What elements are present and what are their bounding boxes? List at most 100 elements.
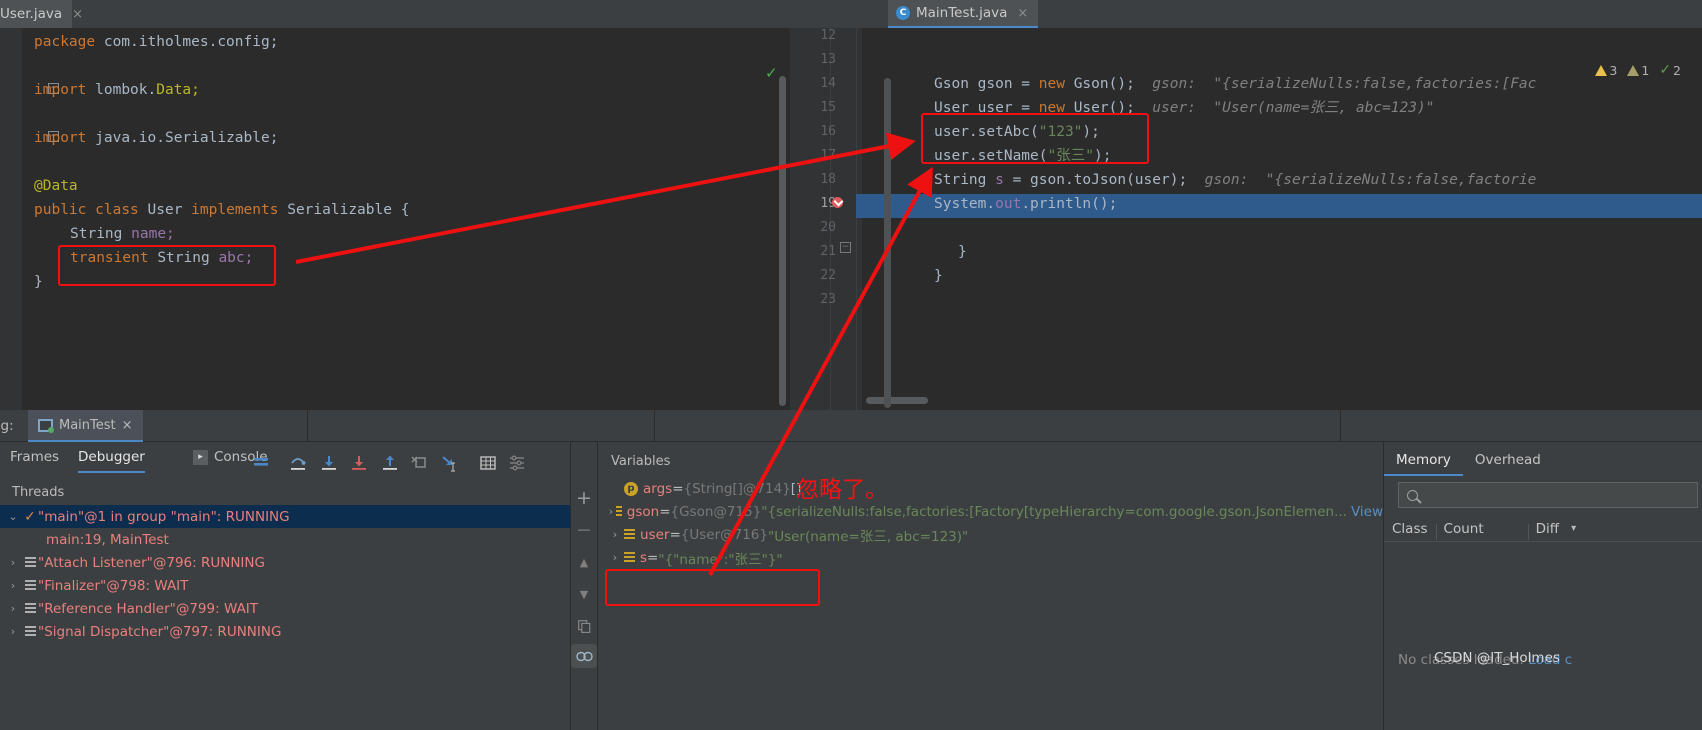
variable-row-args[interactable]: p args = {String[]@714} [] <box>598 477 1383 500</box>
thread-row-main[interactable]: ⌄ ✓ "main"@1 in group "main": RUNNING <box>0 505 570 528</box>
copy-icon[interactable] <box>571 614 597 638</box>
warning-triangle-icon <box>1595 64 1608 76</box>
thread-stack-icon <box>22 625 38 638</box>
chevron-right-icon[interactable]: › <box>606 505 616 518</box>
chevron-right-icon[interactable]: › <box>4 579 22 592</box>
column-header-class[interactable]: Class <box>1384 521 1436 537</box>
call-setname: user.setName( <box>934 148 1048 164</box>
editor-right-horizontal-scrollbar[interactable] <box>866 397 928 404</box>
object-icon <box>624 551 635 564</box>
weak-warning-indicator[interactable]: 1 <box>1627 63 1649 78</box>
variables-pane: Variables p args = {String[]@714} [] › g… <box>598 442 1383 730</box>
type-string-1: String <box>70 226 123 242</box>
close-brace-method: } <box>958 244 967 260</box>
annotation-data: @Data <box>34 178 78 194</box>
view-link[interactable]: View <box>1351 504 1383 520</box>
chevron-right-icon[interactable]: › <box>4 556 22 569</box>
editor-left-vertical-scrollbar[interactable] <box>779 76 786 406</box>
editor-pane-maintest-java[interactable]: 12 13 14 15 16 17 18 19 20 21 22 23 − Gs… <box>790 28 1702 410</box>
memory-search-input[interactable] <box>1398 482 1698 508</box>
move-down-button[interactable]: ▼ <box>571 582 597 606</box>
editor-tab-user-java[interactable]: User.java × <box>0 0 83 28</box>
force-step-into-icon[interactable] <box>350 454 368 472</box>
evaluate-expression-icon[interactable] <box>479 454 497 472</box>
ok-indicator[interactable]: ✓ 2 <box>1659 62 1681 78</box>
remove-watch-button[interactable]: − <box>571 518 597 542</box>
chevron-right-icon[interactable]: › <box>606 528 624 541</box>
gutter-left <box>0 28 22 410</box>
column-header-count[interactable]: Count <box>1435 521 1492 540</box>
run-config-tab-label: MainTest <box>59 417 116 433</box>
line-number: 16 <box>820 124 836 139</box>
editor-tab-maintest-java[interactable]: C MainTest.java × <box>888 0 1039 28</box>
thread-row-reference-handler[interactable]: › "Reference Handler"@799: WAIT <box>0 597 570 620</box>
var-gson-decl: gson = <box>968 76 1039 92</box>
variable-row-gson[interactable]: › gson = {Gson@715} "{serializeNulls:fal… <box>598 500 1383 523</box>
literal-zhangsan: "张三" <box>1047 148 1094 164</box>
run-to-cursor-icon[interactable] <box>440 454 458 472</box>
line-number: 22 <box>820 268 836 283</box>
run-config-tab-maintest[interactable]: MainTest × <box>28 410 143 442</box>
setabc-tail: ); <box>1082 124 1100 140</box>
variable-name: user <box>640 526 670 543</box>
memory-pane: Memory Overhead Class Count Diff ▾ No cl… <box>1384 442 1702 730</box>
thread-row-signal-dispatcher[interactable]: › "Signal Dispatcher"@797: RUNNING <box>0 620 570 643</box>
warning-count: 3 <box>1609 62 1618 78</box>
editor-right-vertical-scrollbar[interactable] <box>884 78 891 408</box>
editor-area: User.java × C MainTest.java × ✓ package … <box>0 0 1702 410</box>
thread-label: "Reference Handler"@799: WAIT <box>38 600 259 617</box>
column-header-diff[interactable]: Diff <box>1527 521 1567 540</box>
chevron-down-icon[interactable]: ⌄ <box>4 510 22 523</box>
chevron-right-icon[interactable]: › <box>4 602 22 615</box>
chevron-right-icon[interactable]: › <box>4 625 22 638</box>
call-setabc: user.setAbc( <box>934 124 1039 140</box>
kw-public: public <box>34 202 87 218</box>
variable-equals: = <box>659 503 671 520</box>
thread-row-finalizer[interactable]: › "Finalizer"@798: WAIT <box>0 574 570 597</box>
variable-equals: = <box>647 549 659 566</box>
close-icon[interactable]: × <box>72 7 83 22</box>
tab-memory[interactable]: Memory <box>1384 448 1463 476</box>
thread-stack-icon <box>22 579 38 592</box>
line-number: 12 <box>820 28 836 43</box>
add-watch-button[interactable]: + <box>571 486 597 510</box>
step-into-icon[interactable] <box>320 454 338 472</box>
field-abc: abc; <box>218 250 254 266</box>
drop-frame-icon[interactable] <box>410 454 428 472</box>
inspection-widget[interactable]: 3 1 ✓ 2 <box>1595 62 1688 78</box>
mute-breakpoints-icon[interactable] <box>252 454 270 472</box>
thread-stack-icon <box>22 556 38 569</box>
weak-warning-triangle-icon <box>1627 64 1640 76</box>
tab-debugger[interactable]: Debugger <box>78 449 145 473</box>
memory-table-header: Class Count Diff ▾ <box>1384 516 1702 542</box>
warning-indicator[interactable]: 3 <box>1595 63 1617 78</box>
tab-frames[interactable]: Frames <box>10 449 59 471</box>
ide-window: User.java × C MainTest.java × ✓ package … <box>0 0 1702 730</box>
close-icon[interactable]: × <box>122 418 133 433</box>
settings-icon[interactable] <box>508 454 526 472</box>
stack-frame-row[interactable]: main:19, MainTest <box>0 528 570 551</box>
kw-class: class <box>95 202 139 218</box>
close-icon[interactable]: × <box>1017 6 1028 21</box>
fold-marker-icon[interactable]: − <box>840 242 851 253</box>
variable-row-user[interactable]: › user = {User@716} "User(name=张三, abc=1… <box>598 523 1383 546</box>
field-name: name; <box>131 226 175 242</box>
thread-row-attach-listener[interactable]: › "Attach Listener"@796: RUNNING <box>0 551 570 574</box>
variable-row-s[interactable]: › s = "{"name":"张三"}" <box>598 546 1383 569</box>
setname-tail: ); <box>1093 148 1112 164</box>
chevron-right-icon[interactable]: › <box>606 551 624 564</box>
step-out-icon[interactable] <box>381 454 399 472</box>
java-class-icon: C <box>896 6 910 20</box>
type-string-right: String <box>934 172 987 188</box>
move-up-button[interactable]: ▲ <box>571 550 597 574</box>
close-brace-left: } <box>34 274 43 290</box>
interface-serializable: Serializable { <box>287 202 410 218</box>
breakpoint-icon[interactable] <box>832 197 843 208</box>
editor-tabbar-left: User.java × <box>0 0 790 28</box>
link-icon[interactable] <box>571 644 597 668</box>
tab-overhead[interactable]: Overhead <box>1463 448 1553 476</box>
sort-arrow-icon[interactable]: ▾ <box>1571 523 1576 534</box>
weak-warning-count: 1 <box>1641 62 1650 78</box>
step-over-icon[interactable] <box>289 454 307 472</box>
editor-pane-user-java[interactable]: ✓ package com.itholmes.config; − import … <box>0 28 790 410</box>
